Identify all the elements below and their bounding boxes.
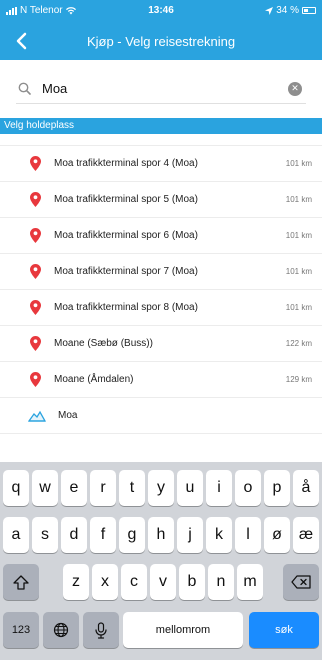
list-item[interactable]: Moane (Åmdalen) 129 km: [0, 362, 322, 398]
key[interactable]: s: [32, 517, 58, 553]
stop-name: Moa trafikkterminal spor 8 (Moa): [54, 302, 198, 313]
search-icon: [18, 82, 36, 95]
key[interactable]: c: [121, 564, 147, 600]
search-submit-key[interactable]: søk: [249, 612, 319, 648]
stop-distance: 101 km: [285, 267, 312, 276]
location-pin-icon: [30, 300, 44, 315]
stop-distance: 129 km: [285, 375, 312, 384]
stop-distance: 101 km: [285, 195, 312, 204]
stop-name: Moane (Åmdalen): [54, 374, 134, 385]
key[interactable]: o: [235, 470, 261, 506]
list-item[interactable]: Moa trafikkterminal spor 7 (Moa) 101 km: [0, 254, 322, 290]
location-pin-icon: [30, 372, 44, 387]
stop-list[interactable]: Moa trafikkterminal spor 4 (Moa) 101 km …: [0, 134, 322, 462]
location-arrow-icon: [265, 6, 274, 15]
key[interactable]: i: [206, 470, 232, 506]
search-area: Moa ✕: [0, 60, 322, 118]
keyboard-row-2: a s d f g h j k l ø æ: [0, 517, 322, 553]
list-item[interactable]: Moa trafikkterminal spor 8 (Moa) 101 km: [0, 290, 322, 326]
list-item[interactable]: Moa trafikkterminal spor 6 (Moa) 101 km: [0, 218, 322, 254]
section-header: Velg holdeplass: [0, 118, 322, 134]
list-item-partial: [0, 134, 322, 146]
backspace-key[interactable]: [283, 564, 319, 600]
battery-icon: [302, 7, 316, 14]
list-item[interactable]: Moa trafikkterminal spor 4 (Moa) 101 km: [0, 146, 322, 182]
nav-bar: Kjøp - Velg reisestrekning: [0, 22, 322, 60]
location-pin-icon: [30, 192, 44, 207]
stop-name: Moa trafikkterminal spor 4 (Moa): [54, 158, 198, 169]
keyboard-row-1: q w e r t y u i o p å: [0, 470, 322, 506]
key[interactable]: æ: [293, 517, 319, 553]
key[interactable]: h: [148, 517, 174, 553]
key[interactable]: t: [119, 470, 145, 506]
keyboard-row-4: 123 mellomrom søk: [0, 612, 322, 648]
search-value: Moa: [42, 81, 68, 96]
stop-distance: 101 km: [285, 303, 312, 312]
key[interactable]: u: [177, 470, 203, 506]
shift-key[interactable]: [3, 564, 39, 600]
globe-key[interactable]: [43, 612, 79, 648]
microphone-icon: [95, 621, 107, 639]
battery-percent: 34 %: [276, 5, 299, 16]
key[interactable]: b: [179, 564, 205, 600]
key[interactable]: å: [293, 470, 319, 506]
stop-distance: 101 km: [285, 231, 312, 240]
stop-name: Moa trafikkterminal spor 6 (Moa): [54, 230, 198, 241]
search-input[interactable]: Moa ✕: [16, 74, 306, 104]
keyboard-row-3: z x c v b n m: [0, 564, 322, 600]
key[interactable]: y: [148, 470, 174, 506]
key[interactable]: m: [237, 564, 263, 600]
key[interactable]: a: [3, 517, 29, 553]
list-item[interactable]: Moa trafikkterminal spor 5 (Moa) 101 km: [0, 182, 322, 218]
shift-icon: [13, 574, 29, 590]
list-item[interactable]: Moane (Sæbø (Buss)) 122 km: [0, 326, 322, 362]
stop-distance: 122 km: [285, 339, 312, 348]
key[interactable]: n: [208, 564, 234, 600]
location-pin-icon: [30, 156, 44, 171]
key[interactable]: ø: [264, 517, 290, 553]
list-item-area[interactable]: Moa: [0, 398, 322, 434]
clear-icon[interactable]: ✕: [288, 81, 302, 96]
key[interactable]: j: [177, 517, 203, 553]
location-pin-icon: [30, 336, 44, 351]
area-mountain-icon: [28, 410, 48, 422]
stop-name: Moa trafikkterminal spor 7 (Moa): [54, 266, 198, 277]
key[interactable]: g: [119, 517, 145, 553]
key[interactable]: w: [32, 470, 58, 506]
key[interactable]: x: [92, 564, 118, 600]
status-bar: N Telenor 13:46 34 %: [0, 0, 322, 22]
globe-icon: [53, 622, 69, 638]
stop-distance: 101 km: [285, 159, 312, 168]
location-pin-icon: [30, 228, 44, 243]
key[interactable]: e: [61, 470, 87, 506]
key[interactable]: r: [90, 470, 116, 506]
location-pin-icon: [30, 264, 44, 279]
key[interactable]: l: [235, 517, 261, 553]
status-right: 34 %: [265, 5, 316, 16]
dictation-key[interactable]: [83, 612, 119, 648]
stop-name: Moa trafikkterminal spor 5 (Moa): [54, 194, 198, 205]
key[interactable]: k: [206, 517, 232, 553]
key[interactable]: d: [61, 517, 87, 553]
key[interactable]: p: [264, 470, 290, 506]
numbers-key[interactable]: 123: [3, 612, 39, 648]
key[interactable]: v: [150, 564, 176, 600]
space-key[interactable]: mellomrom: [123, 612, 243, 648]
key[interactable]: z: [63, 564, 89, 600]
page-title: Kjøp - Velg reisestrekning: [86, 34, 236, 49]
key[interactable]: f: [90, 517, 116, 553]
key[interactable]: q: [3, 470, 29, 506]
keyboard: q w e r t y u i o p å a s d f g h j k l …: [0, 462, 322, 660]
backspace-icon: [291, 575, 311, 589]
area-name: Moa: [58, 410, 78, 421]
stop-name: Moane (Sæbø (Buss)): [54, 338, 153, 349]
